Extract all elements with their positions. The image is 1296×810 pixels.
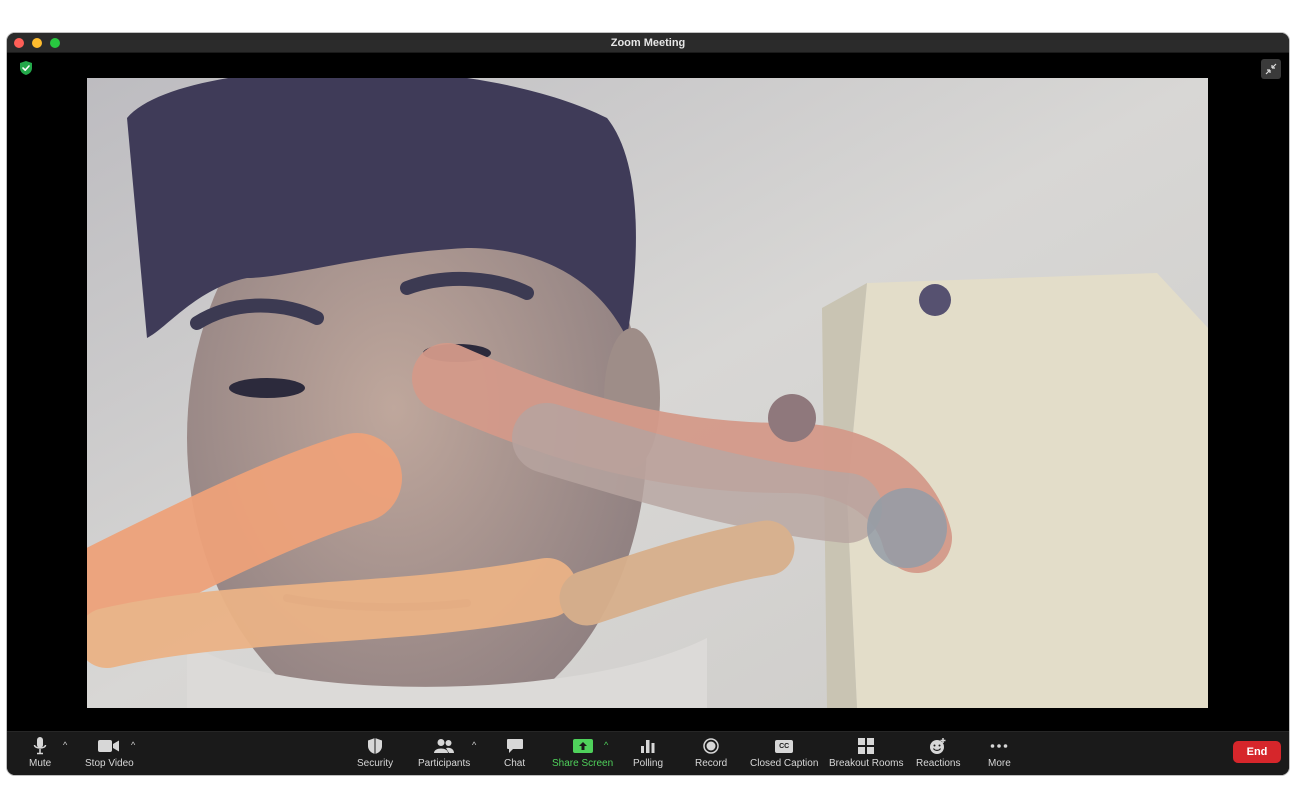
reactions-label: Reactions xyxy=(916,758,961,769)
stop-video-label: Stop Video xyxy=(85,758,134,769)
record-label: Record xyxy=(695,758,728,769)
microphone-icon xyxy=(33,736,47,756)
participants-label: Participants xyxy=(418,758,471,769)
window-title: Zoom Meeting xyxy=(610,36,686,49)
record-button[interactable]: Record xyxy=(695,736,727,769)
end-meeting-button[interactable]: End xyxy=(1233,741,1281,763)
video-frame-image xyxy=(87,78,1208,708)
video-camera-icon xyxy=(98,736,120,756)
chat-label: Chat xyxy=(504,758,526,769)
close-window-button[interactable] xyxy=(14,38,24,48)
meeting-toolbar: Mute ^ Stop Video ^ Security Participant… xyxy=(7,731,1289,775)
exit-fullscreen-icon[interactable] xyxy=(1261,59,1281,79)
participant-video xyxy=(87,78,1208,708)
closed-caption-button[interactable]: CC Closed Caption xyxy=(750,736,818,769)
share-screen-label: Share Screen xyxy=(552,758,614,769)
chat-button[interactable]: Chat xyxy=(504,736,525,769)
participants-button[interactable]: Participants xyxy=(418,736,470,769)
share-screen-icon xyxy=(572,736,593,756)
participants-icon xyxy=(433,736,455,756)
more-label: More xyxy=(988,758,1011,769)
title-bar: Zoom Meeting xyxy=(7,33,1289,53)
reactions-button[interactable]: Reactions xyxy=(916,736,960,769)
audio-options-caret-icon[interactable]: ^ xyxy=(63,740,67,750)
chat-bubble-icon xyxy=(506,736,524,756)
polling-label: Polling xyxy=(633,758,664,769)
breakout-rooms-label: Breakout Rooms xyxy=(829,758,904,769)
closed-caption-label: Closed Caption xyxy=(750,758,819,769)
more-dots-icon xyxy=(990,736,1008,756)
window-controls xyxy=(14,38,60,48)
minimize-window-button[interactable] xyxy=(32,38,42,48)
smiley-plus-icon xyxy=(929,736,947,756)
stop-video-button[interactable]: Stop Video xyxy=(85,736,134,769)
shield-check-icon[interactable] xyxy=(18,60,34,76)
zoom-window: Zoom Meeting Mute ^ Stop Video ^ Securit… xyxy=(7,33,1289,775)
more-button[interactable]: More xyxy=(988,736,1011,769)
shield-icon xyxy=(367,736,383,756)
security-button[interactable]: Security xyxy=(357,736,393,769)
share-options-caret-icon[interactable]: ^ xyxy=(604,740,608,750)
record-icon xyxy=(703,736,719,756)
meeting-area xyxy=(7,53,1289,731)
security-label: Security xyxy=(357,758,394,769)
breakout-rooms-button[interactable]: Breakout Rooms xyxy=(829,736,903,769)
mute-button[interactable]: Mute xyxy=(29,736,51,769)
video-options-caret-icon[interactable]: ^ xyxy=(131,740,135,750)
polling-button[interactable]: Polling xyxy=(633,736,663,769)
grid-icon xyxy=(858,736,875,756)
participants-options-caret-icon[interactable]: ^ xyxy=(472,740,476,750)
maximize-window-button[interactable] xyxy=(50,38,60,48)
mute-label: Mute xyxy=(29,758,52,769)
closed-caption-icon: CC xyxy=(775,736,794,756)
bar-chart-icon xyxy=(640,736,656,756)
